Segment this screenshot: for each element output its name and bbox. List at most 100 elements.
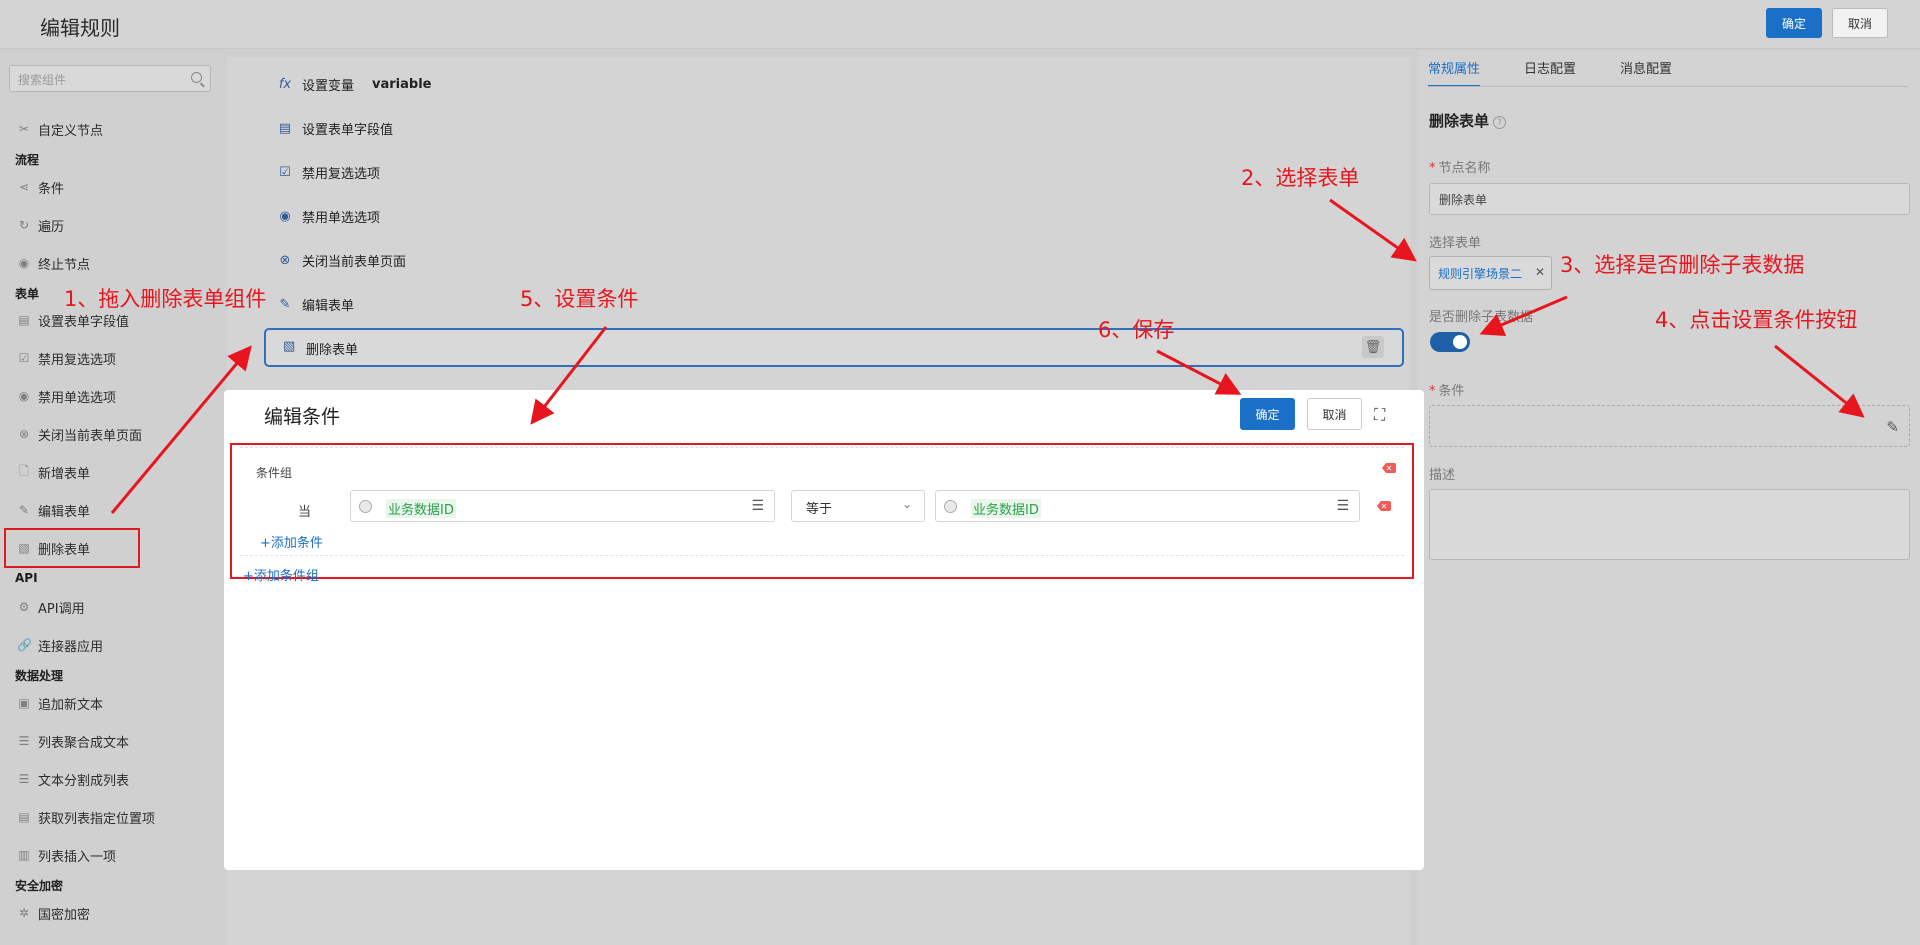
variable-icon bbox=[944, 500, 957, 513]
description-textarea[interactable] bbox=[1429, 489, 1910, 560]
sidebar-item-api-call[interactable]: ⚙ API调用 bbox=[17, 596, 85, 618]
left-field-input[interactable]: 业务数据ID ☰ bbox=[350, 490, 775, 522]
annotation-step1: 1、拖入删除表单组件 bbox=[64, 287, 267, 311]
search-input[interactable]: 搜索组件 bbox=[9, 65, 211, 92]
modal-cancel-button[interactable]: 取消 bbox=[1307, 398, 1362, 430]
canvas-item-edit-form[interactable]: ✎ 编辑表单 bbox=[277, 291, 354, 317]
variable-icon bbox=[359, 500, 372, 513]
sidebar-item-end-node[interactable]: ◉ 终止节点 bbox=[17, 252, 90, 274]
fullscreen-icon[interactable]: ⛶ bbox=[1374, 405, 1392, 424]
sidebar-item-list-join[interactable]: ☰ 列表聚合成文本 bbox=[17, 730, 129, 752]
canvas-item-set-variable[interactable]: fx 设置变量 variable bbox=[277, 71, 432, 97]
close-circle-icon: ⊗ bbox=[279, 252, 291, 268]
tab-message-config[interactable]: 消息配置 bbox=[1620, 58, 1672, 77]
highlight-delete-form bbox=[4, 528, 140, 568]
delete-condition-icon[interactable]: ✕ bbox=[1377, 501, 1391, 511]
chevron-down-icon: ⌄ bbox=[901, 497, 912, 511]
operator-select[interactable]: 等于 ⌄ bbox=[791, 490, 925, 522]
close-circle-icon: ⊗ bbox=[18, 427, 30, 441]
modal-title: 编辑条件 bbox=[264, 406, 341, 428]
checkbox-icon: ☑ bbox=[279, 164, 291, 180]
selected-form-tag[interactable]: 规则引擎场景二 ✕ bbox=[1429, 256, 1552, 290]
condition-label: * 条件 bbox=[1429, 384, 1465, 399]
form-field-icon: ▤ bbox=[18, 313, 30, 327]
condition-editor-highlight: 条件组 ✕ 当 业务数据ID ☰ 等于 ⌄ 业务数据ID ☰ ✕ +添加条件 +添… bbox=[230, 443, 1414, 584]
checkbox-icon: ☑ bbox=[18, 351, 30, 365]
sidebar-item-edit-form[interactable]: ✎ 编辑表单 bbox=[17, 499, 90, 521]
condition-group-label: 条件组 bbox=[256, 466, 293, 480]
append-text-icon: ▣ bbox=[18, 696, 30, 710]
api-icon: ⚙ bbox=[18, 600, 30, 614]
select-form-label: 选择表单 bbox=[1429, 236, 1482, 251]
new-form-icon: 🗋 bbox=[19, 463, 29, 478]
toggle-knob bbox=[1453, 335, 1467, 349]
page-title: 编辑规则 bbox=[40, 16, 120, 40]
tab-log-config[interactable]: 日志配置 bbox=[1524, 58, 1576, 77]
sidebar-item-connector[interactable]: 🔗 连接器应用 bbox=[17, 634, 103, 656]
panel-title: 删除表单? bbox=[1429, 110, 1507, 131]
canvas-item-disable-checkbox[interactable]: ☑ 禁用复选选项 bbox=[277, 159, 380, 185]
sidebar-item-condition[interactable]: ⋖ 条件 bbox=[17, 176, 64, 198]
search-icon[interactable] bbox=[191, 72, 202, 83]
edit-form-icon: ✎ bbox=[18, 503, 30, 517]
edit-condition-modal: 编辑条件 确定 取消 ⛶ 条件组 ✕ 当 业务数据ID ☰ 等于 ⌄ 业务数据ID… bbox=[224, 390, 1424, 870]
canvas-item-disable-radio[interactable]: ◉ 禁用单选选项 bbox=[277, 203, 380, 229]
condition-group: 条件组 ✕ 当 业务数据ID ☰ 等于 ⌄ 业务数据ID ☰ ✕ +添加条件 bbox=[240, 447, 1404, 551]
canvas-item-close-page[interactable]: ⊗ 关闭当前表单页面 bbox=[277, 247, 406, 273]
trash-icon[interactable]: 🗑 bbox=[1362, 336, 1384, 358]
list-icon: ☰ bbox=[18, 734, 30, 748]
help-icon[interactable]: ? bbox=[1493, 116, 1507, 129]
list-icon: ☰ bbox=[18, 772, 30, 786]
category-flow: 流程 bbox=[15, 153, 40, 167]
add-condition-group-link[interactable]: +添加条件组 bbox=[243, 565, 319, 584]
annotation-step5: 5、设置条件 bbox=[520, 287, 639, 311]
category-api: API bbox=[15, 571, 38, 585]
sidebar-item-disable-radio[interactable]: ◉ 禁用单选选项 bbox=[17, 385, 116, 407]
annotation-step6: 6、保存 bbox=[1098, 318, 1175, 342]
category-form: 表单 bbox=[15, 287, 40, 301]
category-security: 安全加密 bbox=[15, 879, 64, 893]
sidebar-item-new-form[interactable]: 🗋 新增表单 bbox=[17, 461, 90, 483]
settings-sliders-icon[interactable]: ☰ bbox=[1336, 498, 1349, 514]
link-icon: 🔗 bbox=[17, 638, 32, 652]
sidebar-item-append-text[interactable]: ▣ 追加新文本 bbox=[17, 692, 103, 714]
delete-group-icon[interactable]: ✕ bbox=[1382, 463, 1396, 473]
sidebar-item-close-page[interactable]: ⊗ 关闭当前表单页面 bbox=[17, 423, 142, 445]
settings-sliders-icon[interactable]: ☰ bbox=[751, 498, 764, 514]
category-data: 数据处理 bbox=[15, 669, 64, 683]
encrypt-icon: ✲ bbox=[18, 906, 30, 920]
tab-divider bbox=[1428, 86, 1908, 87]
fx-icon: fx bbox=[278, 76, 292, 92]
sidebar-item-sm-encrypt[interactable]: ✲ 国密加密 bbox=[17, 902, 90, 924]
sidebar-item-disable-checkbox[interactable]: ☑ 禁用复选选项 bbox=[17, 347, 116, 369]
list-insert-icon: ▥ bbox=[18, 848, 30, 862]
sidebar-item-list-get[interactable]: ▤ 获取列表指定位置项 bbox=[17, 806, 155, 828]
close-icon[interactable]: ✕ bbox=[1535, 265, 1545, 279]
modal-confirm-button[interactable]: 确定 bbox=[1240, 398, 1295, 430]
delete-form-icon: ▧ bbox=[283, 339, 296, 354]
sidebar-item-list-insert[interactable]: ▥ 列表插入一项 bbox=[17, 844, 116, 866]
canvas-item-set-field[interactable]: ▤ 设置表单字段值 bbox=[277, 115, 393, 141]
component-sidebar: 搜索组件 ✂ 自定义节点 流程 ⋖ 条件 ↻ 遍历 ◉ 终止节点 表单 ▤ 设置表单字段值… bbox=[0, 50, 220, 945]
radio-icon: ◉ bbox=[18, 389, 30, 403]
form-field-icon: ▤ bbox=[278, 120, 292, 136]
delete-sub-toggle[interactable] bbox=[1430, 332, 1470, 352]
loop-icon: ↻ bbox=[18, 218, 30, 232]
cancel-button[interactable]: 取消 bbox=[1832, 8, 1888, 38]
annotation-step4: 4、点击设置条件按钮 bbox=[1655, 308, 1858, 332]
list-pick-icon: ▤ bbox=[18, 810, 30, 824]
right-field-input[interactable]: 业务数据ID ☰ bbox=[935, 490, 1360, 522]
delete-sub-label: 是否删除子表数据 bbox=[1429, 310, 1534, 325]
sidebar-item-text-split[interactable]: ☰ 文本分割成列表 bbox=[17, 768, 129, 790]
node-name-input[interactable]: 删除表单 bbox=[1429, 183, 1910, 215]
add-condition-link[interactable]: +添加条件 bbox=[260, 532, 323, 551]
confirm-button[interactable]: 确定 bbox=[1766, 8, 1822, 38]
branch-icon: ⋖ bbox=[18, 180, 30, 194]
properties-panel: 常规属性 日志配置 消息配置 删除表单? * 节点名称 删除表单 选择表单 规则引… bbox=[1418, 50, 1920, 945]
tab-general[interactable]: 常规属性 bbox=[1428, 58, 1481, 87]
sidebar-item-loop[interactable]: ↻ 遍历 bbox=[17, 214, 64, 236]
edit-icon[interactable]: ✎ bbox=[1886, 418, 1899, 436]
annotation-step2: 2、选择表单 bbox=[1241, 166, 1360, 190]
sidebar-item-custom-node[interactable]: ✂ 自定义节点 bbox=[17, 118, 103, 140]
canvas-item-delete-form[interactable]: ▧ 删除表单 🗑 bbox=[264, 328, 1404, 367]
